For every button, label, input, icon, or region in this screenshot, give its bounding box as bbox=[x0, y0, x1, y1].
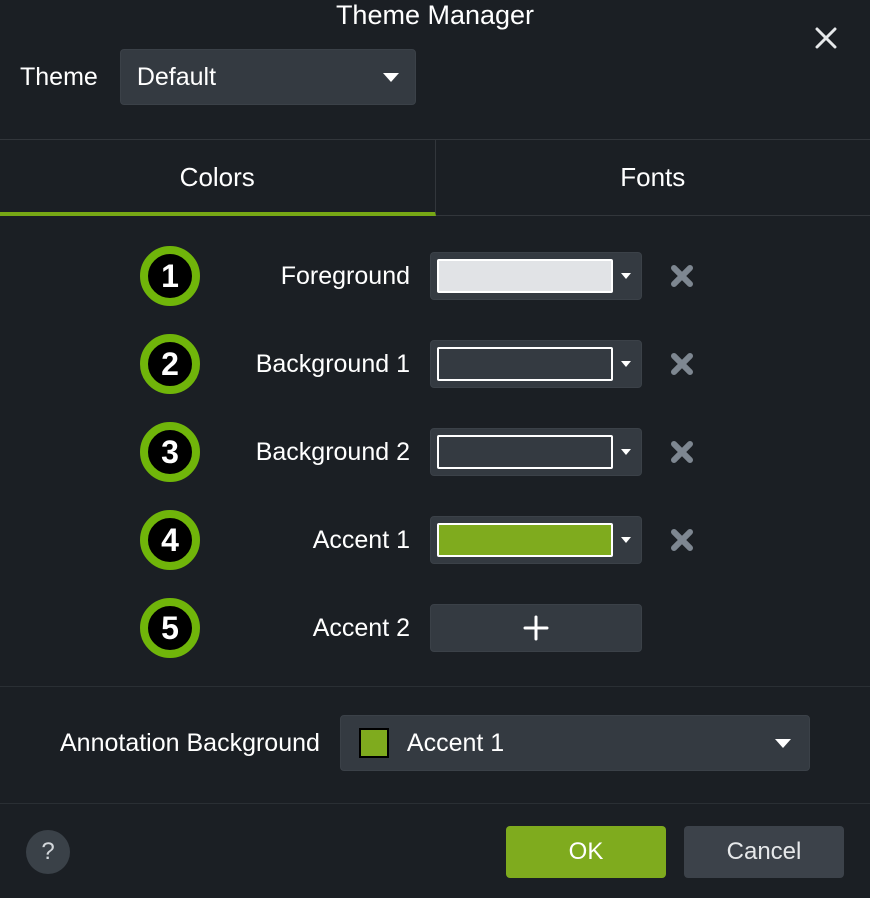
cancel-button[interactable]: Cancel bbox=[684, 826, 844, 878]
step-badge-3: 3 bbox=[140, 422, 200, 482]
remove-color-button[interactable] bbox=[662, 520, 702, 560]
tab-colors[interactable]: Colors bbox=[0, 140, 436, 216]
remove-icon bbox=[670, 264, 694, 288]
step-badge-4: 4 bbox=[140, 510, 200, 570]
swatch-dropdown[interactable] bbox=[617, 273, 635, 279]
color-row-accent-1: 4 Accent 1 bbox=[0, 510, 870, 570]
help-button[interactable]: ? bbox=[26, 830, 70, 874]
close-button[interactable] bbox=[810, 22, 842, 54]
dialog-title: Theme Manager bbox=[336, 0, 534, 31]
row-label: Background 1 bbox=[220, 350, 410, 379]
annotation-swatch-preview bbox=[359, 728, 389, 758]
chevron-down-icon bbox=[621, 273, 631, 279]
color-row-background-2: 3 Background 2 bbox=[0, 422, 870, 482]
dialog-footer: ? OK Cancel bbox=[0, 803, 870, 898]
row-label: Accent 2 bbox=[220, 614, 410, 643]
remove-icon bbox=[670, 440, 694, 464]
color-row-background-1: 2 Background 1 bbox=[0, 334, 870, 394]
plus-icon bbox=[522, 614, 550, 642]
close-icon bbox=[815, 27, 837, 49]
step-badge-1: 1 bbox=[140, 246, 200, 306]
remove-color-button[interactable] bbox=[662, 344, 702, 384]
annotation-select-value: Accent 1 bbox=[407, 729, 504, 758]
swatch-dropdown[interactable] bbox=[617, 361, 635, 367]
colors-panel: 1 Foreground 2 Background 1 3 Backgrou bbox=[0, 216, 870, 686]
title-bar: Theme Manager bbox=[0, 0, 870, 31]
remove-color-button[interactable] bbox=[662, 256, 702, 296]
swatch-preview bbox=[437, 347, 613, 381]
chevron-down-icon bbox=[775, 739, 791, 748]
chevron-down-icon bbox=[621, 449, 631, 455]
swatch-dropdown[interactable] bbox=[617, 537, 635, 543]
theme-label: Theme bbox=[20, 63, 98, 92]
color-swatch-accent-1[interactable] bbox=[430, 516, 642, 564]
row-label: Background 2 bbox=[220, 438, 410, 467]
chevron-down-icon bbox=[383, 73, 399, 82]
swatch-preview bbox=[437, 259, 613, 293]
remove-icon bbox=[670, 352, 694, 376]
color-row-accent-2: 5 Accent 2 bbox=[0, 598, 870, 658]
row-label: Accent 1 bbox=[220, 526, 410, 555]
chevron-down-icon bbox=[621, 361, 631, 367]
theme-select-value: Default bbox=[137, 63, 216, 92]
color-swatch-background-1[interactable] bbox=[430, 340, 642, 388]
theme-row: Theme Default bbox=[0, 31, 870, 139]
color-swatch-foreground[interactable] bbox=[430, 252, 642, 300]
tab-fonts[interactable]: Fonts bbox=[436, 140, 870, 216]
annotation-row: Annotation Background Accent 1 bbox=[0, 687, 870, 803]
annotation-select[interactable]: Accent 1 bbox=[340, 715, 810, 771]
row-label: Foreground bbox=[220, 262, 410, 291]
theme-select[interactable]: Default bbox=[120, 49, 416, 105]
step-badge-5: 5 bbox=[140, 598, 200, 658]
theme-manager-dialog: Theme Manager Theme Default Colors Fonts… bbox=[0, 0, 870, 898]
color-row-foreground: 1 Foreground bbox=[0, 246, 870, 306]
step-badge-2: 2 bbox=[140, 334, 200, 394]
ok-button[interactable]: OK bbox=[506, 826, 666, 878]
swatch-preview bbox=[437, 435, 613, 469]
swatch-preview bbox=[437, 523, 613, 557]
annotation-label: Annotation Background bbox=[60, 729, 320, 758]
color-swatch-background-2[interactable] bbox=[430, 428, 642, 476]
remove-icon bbox=[670, 528, 694, 552]
swatch-dropdown[interactable] bbox=[617, 449, 635, 455]
tab-bar: Colors Fonts bbox=[0, 139, 870, 216]
add-color-button[interactable] bbox=[430, 604, 642, 652]
chevron-down-icon bbox=[621, 537, 631, 543]
remove-color-button[interactable] bbox=[662, 432, 702, 472]
